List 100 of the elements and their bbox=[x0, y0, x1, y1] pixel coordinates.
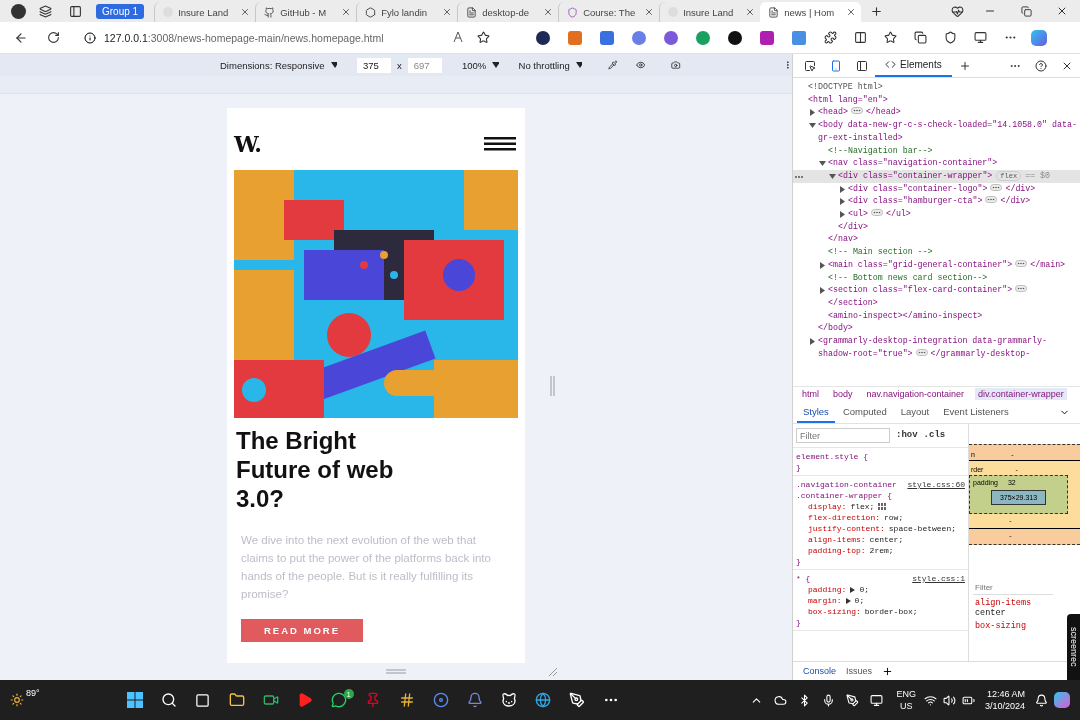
task-view-icon[interactable] bbox=[195, 692, 211, 708]
height-field[interactable]: 697 bbox=[407, 57, 442, 73]
help-icon[interactable] bbox=[1035, 59, 1047, 72]
styles-pane-tab[interactable]: Computed bbox=[836, 402, 893, 423]
volume-icon[interactable] bbox=[942, 693, 956, 707]
hover-state-toggle[interactable]: :hov bbox=[896, 430, 918, 441]
cat-icon[interactable] bbox=[500, 692, 517, 708]
start-icon[interactable] bbox=[126, 692, 143, 708]
clock-date[interactable]: 3/10/2024 bbox=[984, 700, 1025, 712]
tab-actions-icon[interactable] bbox=[68, 4, 82, 18]
flexbox-editor-icon[interactable] bbox=[878, 502, 888, 511]
styles-pane-tab[interactable]: Styles bbox=[797, 402, 835, 423]
collections-icon[interactable] bbox=[913, 31, 927, 44]
favorites-icon[interactable] bbox=[883, 31, 897, 44]
add-tool-icon[interactable] bbox=[958, 59, 971, 72]
dom-node-row[interactable]: <ul> </ul> bbox=[793, 208, 1080, 221]
input-language[interactable]: ENG bbox=[896, 688, 916, 700]
copilot-icon[interactable] bbox=[1031, 29, 1047, 46]
workspaces-icon[interactable] bbox=[38, 4, 52, 18]
dom-node-row[interactable]: <div class="container-logo"> </div> bbox=[793, 182, 1080, 196]
recorder-widget[interactable]: screenrec bbox=[1067, 614, 1080, 680]
inspect-element-icon[interactable] bbox=[804, 59, 816, 72]
class-toggle[interactable]: .cls bbox=[923, 430, 946, 441]
throttling-dropdown[interactable]: No throttling bbox=[518, 59, 570, 71]
clock-time[interactable]: 12:46 AM bbox=[986, 688, 1025, 700]
favorite-star-icon[interactable] bbox=[476, 31, 490, 44]
cloud-icon[interactable] bbox=[773, 693, 787, 707]
video-camera-icon[interactable] bbox=[262, 692, 279, 708]
read-more-button[interactable]: READ MORE bbox=[241, 619, 363, 642]
puzzle-icon[interactable] bbox=[823, 31, 837, 44]
collapsed-content-icon[interactable] bbox=[870, 209, 883, 217]
browser-tab[interactable]: news | Hom bbox=[760, 2, 862, 22]
dom-node-row[interactable]: <grammarly-desktop-integration data-grammarly-shadow-root="true"> </grammarly-desktop- bbox=[793, 335, 1080, 361]
devtools-tab[interactable]: Elements bbox=[875, 54, 952, 77]
breadcrumb[interactable]: div.container-wrapper bbox=[974, 387, 1067, 400]
refresh-icon[interactable] bbox=[46, 31, 60, 44]
eye-icon[interactable] bbox=[635, 59, 646, 71]
breadcrumb[interactable]: body bbox=[830, 387, 856, 400]
collapsed-triangle-icon[interactable] bbox=[819, 287, 826, 295]
monitor-icon[interactable] bbox=[869, 693, 883, 707]
collapsed-triangle-icon[interactable] bbox=[839, 185, 846, 193]
collapsed-triangle-icon[interactable] bbox=[839, 198, 846, 206]
weather-icon[interactable] bbox=[10, 693, 24, 707]
close-icon[interactable] bbox=[1056, 5, 1068, 17]
dom-node-row[interactable]: <!DOCTYPE html> bbox=[793, 81, 1080, 94]
expanded-triangle-icon[interactable] bbox=[809, 122, 816, 130]
hash-icon[interactable] bbox=[398, 692, 415, 708]
expanded-triangle-icon[interactable] bbox=[829, 172, 836, 180]
dom-node-row[interactable]: <amino-inspect></amino-inspect> bbox=[793, 309, 1080, 323]
input-region[interactable]: US bbox=[899, 700, 913, 712]
pen-icon[interactable] bbox=[845, 693, 859, 707]
tab-group-label[interactable]: Group 1 bbox=[96, 3, 145, 19]
resize-handle-icon[interactable] bbox=[550, 376, 555, 396]
read-aloud-icon[interactable] bbox=[453, 30, 465, 45]
dom-node-row[interactable]: <body data-new-gr-c-s-check-loaded="14.1058.0" data-gr-ext-installed> bbox=[793, 119, 1080, 145]
chat-bubble-icon[interactable] bbox=[330, 692, 347, 708]
drawer-tab[interactable]: Issues bbox=[846, 666, 873, 676]
globe-icon[interactable] bbox=[534, 692, 551, 708]
heart-pulse-icon[interactable] bbox=[950, 4, 964, 18]
extension-icon[interactable] bbox=[536, 30, 550, 45]
restore-icon[interactable] bbox=[1020, 5, 1032, 17]
capture-icon[interactable] bbox=[671, 59, 681, 71]
styles-pane-tab[interactable]: Event Listeners bbox=[937, 402, 1015, 423]
styles-filter-field[interactable]: Filter bbox=[796, 428, 890, 443]
collapsed-content-icon[interactable] bbox=[1015, 259, 1028, 267]
close-icon[interactable] bbox=[846, 7, 857, 17]
dom-node-row[interactable]: <head> </head> bbox=[793, 106, 1080, 120]
resize-handle-icon[interactable] bbox=[386, 669, 406, 674]
dom-node-row[interactable]: <div class="hamburger-cta"> </div> bbox=[793, 195, 1080, 209]
dom-node-row[interactable]: <!-- Main section --> bbox=[793, 246, 1080, 259]
microphone-icon[interactable] bbox=[821, 693, 835, 707]
collapsed-content-icon[interactable] bbox=[985, 196, 998, 204]
bell-icon[interactable] bbox=[466, 692, 483, 708]
collapsed-content-icon[interactable] bbox=[850, 107, 863, 115]
dom-node-row[interactable]: <main class="grid-general-container"> </main> bbox=[793, 258, 1080, 272]
dimensions-dropdown[interactable]: Dimensions: Responsive bbox=[220, 59, 325, 71]
split-screen-icon[interactable] bbox=[853, 31, 867, 44]
dom-node-row[interactable]: <nav class="navigation-container"> bbox=[793, 157, 1080, 170]
search-icon[interactable] bbox=[160, 692, 177, 708]
shield-icon[interactable] bbox=[943, 31, 957, 44]
breadcrumb[interactable]: html bbox=[799, 387, 822, 400]
drawer-tab[interactable]: Console bbox=[803, 666, 837, 676]
collapsed-triangle-icon[interactable] bbox=[809, 338, 816, 346]
dom-node-row[interactable]: <html lang="en"> bbox=[793, 93, 1080, 107]
copilot-icon[interactable] bbox=[1054, 692, 1070, 708]
monitor-icon[interactable] bbox=[973, 31, 987, 44]
add-tab-icon[interactable] bbox=[882, 665, 894, 677]
dom-node-row[interactable]: <section class="flex-card-container"> </section> bbox=[793, 284, 1080, 310]
collapsed-content-icon[interactable] bbox=[990, 183, 1003, 191]
styles-pane-tab[interactable]: Layout bbox=[894, 402, 936, 423]
hamburger-menu-icon[interactable] bbox=[484, 137, 516, 151]
new-tab-icon[interactable] bbox=[869, 4, 883, 18]
breadcrumb[interactable]: nav.navigation-container bbox=[863, 387, 967, 400]
dock-icon[interactable] bbox=[856, 59, 868, 72]
zoom-dropdown[interactable]: 100% bbox=[461, 59, 487, 71]
dom-node-row[interactable]: <!--Navigation bar--> bbox=[793, 144, 1080, 158]
eyedropper-icon[interactable] bbox=[608, 59, 618, 71]
notification-icon[interactable] bbox=[1035, 693, 1048, 707]
extension-icon[interactable] bbox=[728, 30, 742, 45]
source-link[interactable]: style.css:1 bbox=[912, 573, 965, 584]
